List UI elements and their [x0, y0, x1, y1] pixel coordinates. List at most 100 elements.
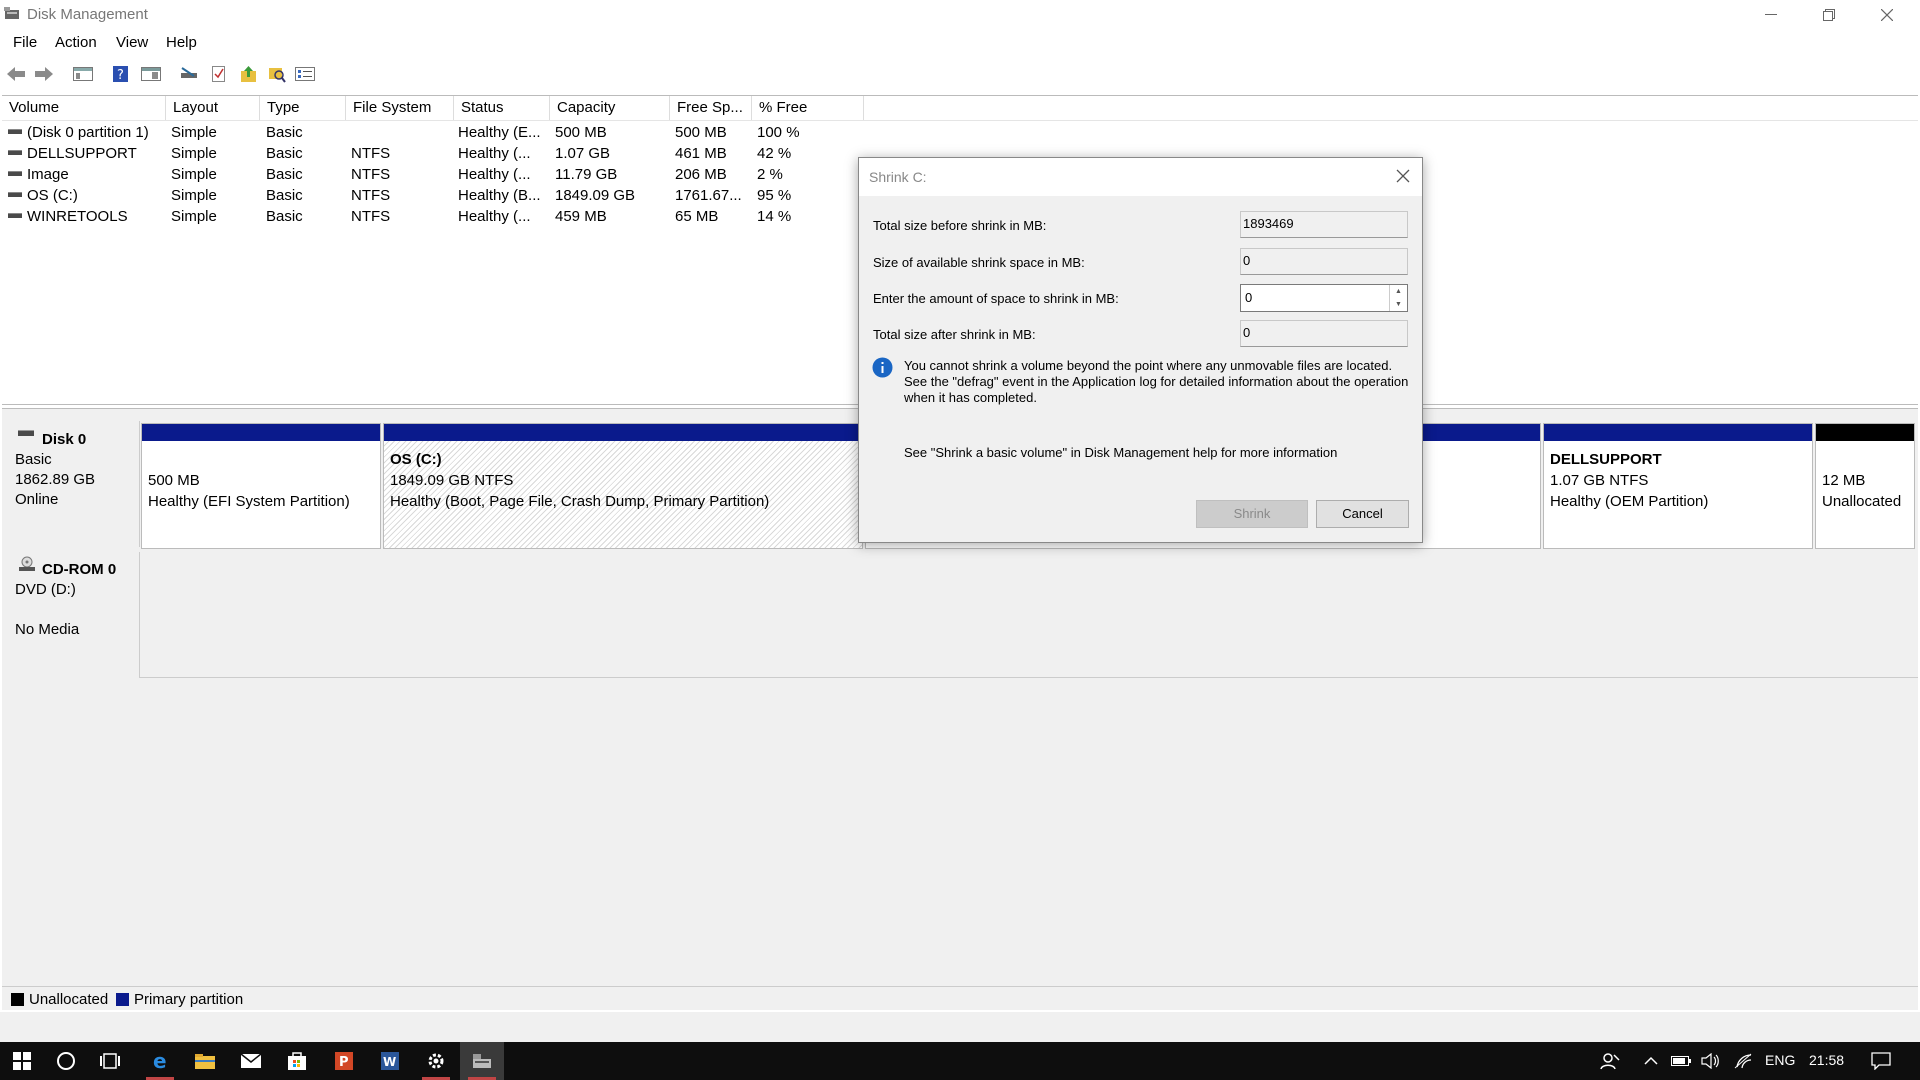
column-header-volume[interactable]: Volume — [2, 96, 166, 120]
spin-up-icon[interactable]: ▲ — [1390, 285, 1407, 298]
cell-free-space: 206 MB — [675, 166, 727, 183]
cell-capacity: 459 MB — [555, 208, 607, 225]
status-bar — [0, 1012, 1920, 1042]
taskbar-store[interactable] — [275, 1042, 319, 1080]
cell-file-system: NTFS — [351, 145, 391, 162]
title-bar: Disk Management — [0, 0, 1920, 30]
checklist-button[interactable] — [208, 63, 230, 85]
unallocated-status: Unallocated — [1822, 493, 1902, 510]
task-view-button[interactable] — [89, 1042, 133, 1080]
taskbar-file-explorer[interactable] — [183, 1042, 227, 1080]
cell-percent-free: 2 % — [757, 166, 783, 183]
cell-volume: OS (C:) — [27, 187, 78, 204]
partition-dellsupport[interactable]: DELLSUPPORT 1.07 GB NTFS Healthy (OEM Pa… — [1543, 423, 1813, 549]
column-header-layout[interactable]: Layout — [166, 96, 260, 120]
wifi-icon — [1734, 1053, 1752, 1069]
tray-language[interactable]: ENG — [1765, 1052, 1795, 1068]
tray-clock[interactable]: 21:58 — [1809, 1052, 1844, 1068]
total-after-label: Total size after shrink in MB: — [873, 327, 1036, 342]
help-button[interactable]: ? — [110, 63, 132, 85]
taskbar-disk-management[interactable] — [460, 1042, 504, 1080]
spin-down-icon[interactable]: ▼ — [1390, 298, 1407, 311]
file-explorer-icon — [195, 1054, 215, 1069]
partition-os-c[interactable]: OS (C:) 1849.09 GB NTFS Healthy (Boot, P… — [383, 423, 863, 549]
menu-action[interactable]: Action — [55, 34, 97, 51]
chevron-up-icon — [1644, 1056, 1658, 1065]
tray-network[interactable] — [1728, 1042, 1758, 1080]
menu-view[interactable]: View — [116, 34, 148, 51]
volume-icon — [8, 171, 22, 176]
start-button[interactable] — [0, 1042, 44, 1080]
tray-battery[interactable] — [1666, 1042, 1696, 1080]
tray-show-hidden[interactable] — [1636, 1042, 1666, 1080]
taskbar-powerpoint[interactable]: P — [322, 1042, 366, 1080]
total-before-field: 1893469 — [1240, 211, 1408, 238]
shrink-help-text: See "Shrink a basic volume" in Disk Mana… — [904, 445, 1338, 460]
cortana-icon — [57, 1052, 75, 1070]
cell-type: Basic — [266, 208, 303, 225]
taskbar-settings[interactable] — [414, 1042, 458, 1080]
menu-file[interactable]: File — [13, 34, 37, 51]
folder-up-button[interactable] — [238, 63, 260, 85]
properties-pane-button[interactable] — [140, 63, 162, 85]
disk-management-icon — [473, 1054, 491, 1068]
search-folder-button[interactable] — [266, 63, 288, 85]
cell-layout: Simple — [171, 166, 217, 183]
console-tree-icon — [73, 67, 93, 81]
close-button[interactable] — [1858, 0, 1916, 30]
console-tree-button[interactable] — [72, 63, 94, 85]
cell-volume: (Disk 0 partition 1) — [27, 124, 149, 141]
column-header-status[interactable]: Status — [454, 96, 550, 120]
cancel-button[interactable]: Cancel — [1316, 500, 1409, 528]
info-icon — [872, 357, 893, 378]
legend-unallocated-label: Unallocated — [29, 991, 109, 1008]
shrink-button[interactable]: Shrink — [1196, 500, 1308, 528]
minimize-button[interactable] — [1742, 0, 1800, 30]
disk-0-size: 1862.89 GB — [15, 471, 96, 488]
shrink-amount-spinner[interactable]: ▲ ▼ — [1389, 285, 1407, 311]
column-header-free-space[interactable]: Free Sp... — [670, 96, 752, 120]
column-header-capacity[interactable]: Capacity — [550, 96, 670, 120]
tray-action-center[interactable] — [1858, 1042, 1904, 1080]
taskbar-edge[interactable]: e — [138, 1042, 182, 1080]
menu-bar: File Action View Help — [0, 30, 1920, 56]
disk-button[interactable] — [178, 63, 200, 85]
total-after-field: 0 — [1240, 320, 1408, 347]
column-header-type[interactable]: Type — [260, 96, 346, 120]
dialog-title: Shrink C: — [869, 169, 927, 185]
disk-0-label[interactable]: Disk 0 Basic 1862.89 GB Online — [4, 421, 140, 547]
cell-file-system: NTFS — [351, 208, 391, 225]
disk-0-type: Basic — [15, 451, 52, 468]
help-icon: ? — [113, 66, 128, 83]
dialog-close-icon[interactable] — [1394, 167, 1412, 185]
settings-list-button[interactable] — [294, 63, 316, 85]
unallocated-bar — [1816, 424, 1914, 441]
cell-capacity: 1.07 GB — [555, 145, 611, 162]
task-view-icon — [100, 1053, 120, 1069]
column-header-percent-free[interactable]: % Free — [752, 96, 864, 120]
partition-unallocated[interactable]: 12 MB Unallocated — [1815, 423, 1915, 549]
forward-button[interactable] — [33, 63, 55, 85]
tray-people[interactable] — [1592, 1042, 1628, 1080]
taskbar-mail[interactable] — [229, 1042, 273, 1080]
menu-help[interactable]: Help — [166, 34, 197, 51]
cdrom-0-label[interactable]: CD-ROM 0 DVD (D:) No Media — [4, 552, 140, 678]
tray-volume[interactable] — [1696, 1042, 1726, 1080]
cd-drive-icon — [19, 556, 35, 571]
back-button[interactable] — [5, 63, 27, 85]
powerpoint-icon: P — [335, 1052, 353, 1070]
store-icon — [288, 1052, 306, 1070]
shrink-amount-input[interactable]: 0 ▲ ▼ — [1240, 284, 1408, 312]
partition-efi[interactable]: 500 MB Healthy (EFI System Partition) — [141, 423, 381, 549]
taskbar-word[interactable]: W — [368, 1042, 412, 1080]
cell-layout: Simple — [171, 124, 217, 141]
action-center-icon — [1871, 1052, 1891, 1070]
disk-row-divider — [140, 677, 1918, 678]
cell-volume: DELLSUPPORT — [27, 145, 137, 162]
word-icon: W — [381, 1052, 399, 1070]
search-folder-icon — [269, 68, 286, 83]
column-header-file-system[interactable]: File System — [346, 96, 454, 120]
restore-button[interactable] — [1800, 0, 1858, 30]
cortana-button[interactable] — [44, 1042, 88, 1080]
legend-unallocated-swatch — [11, 993, 24, 1006]
